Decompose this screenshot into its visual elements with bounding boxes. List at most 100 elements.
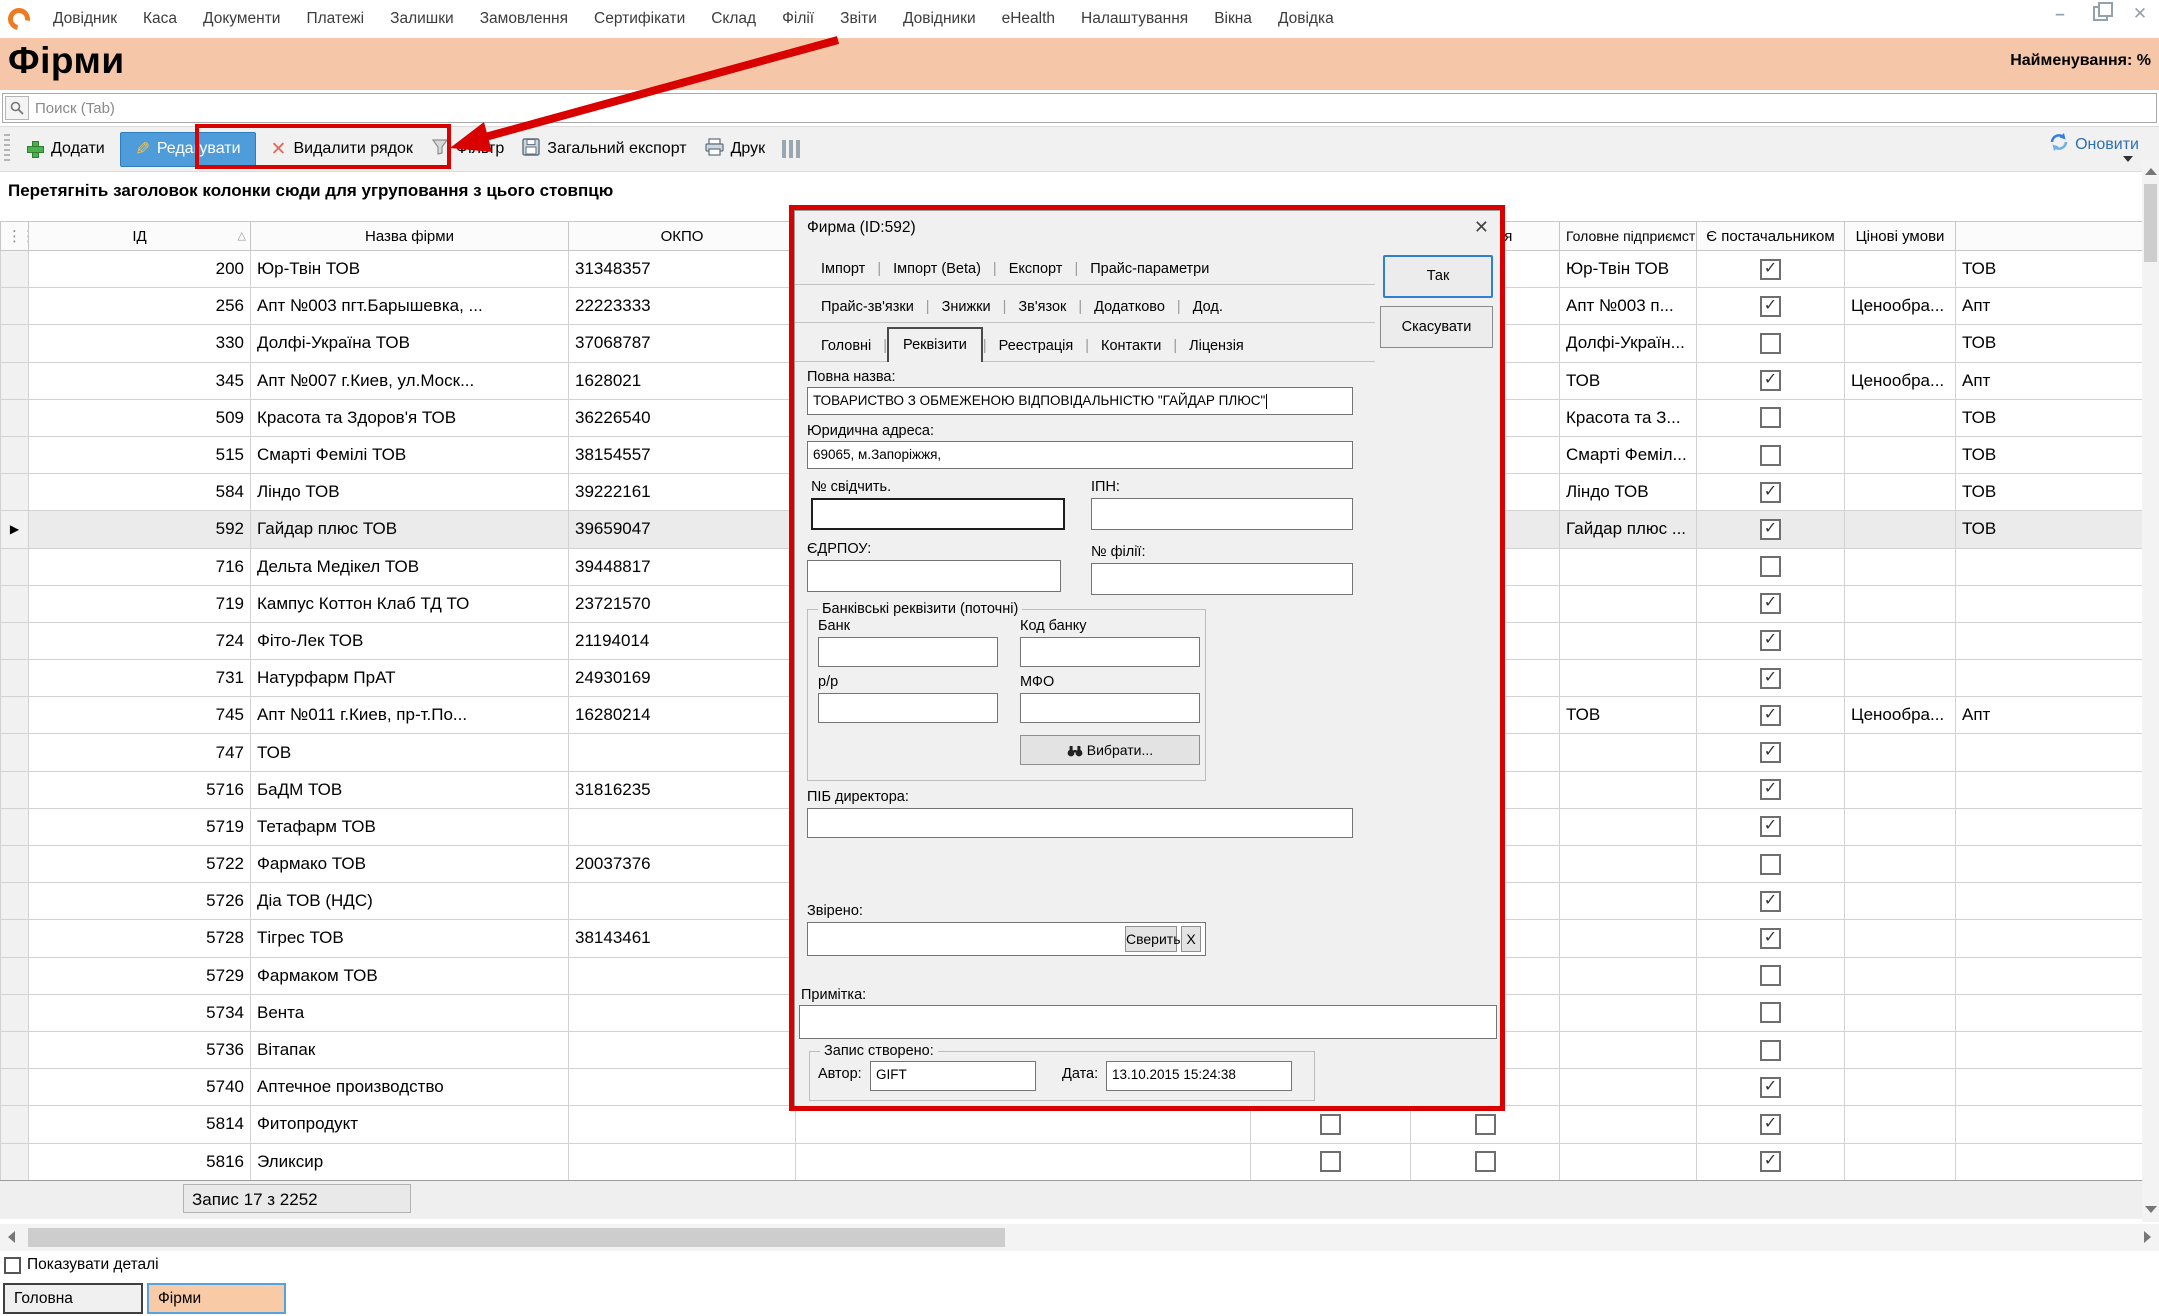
checkbox-checked[interactable]: ✓ bbox=[1760, 259, 1781, 280]
menu-item-4[interactable]: Платежі bbox=[293, 2, 377, 36]
checkbox-checked[interactable]: ✓ bbox=[1760, 891, 1781, 912]
checkbox-checked[interactable]: ✓ bbox=[1760, 630, 1781, 651]
verify-button[interactable]: Сверить bbox=[1125, 926, 1177, 952]
checkbox-checked[interactable]: ✓ bbox=[1760, 928, 1781, 949]
checkbox-checked[interactable]: ✓ bbox=[1760, 742, 1781, 763]
checkbox-checked[interactable]: ✓ bbox=[1760, 1077, 1781, 1098]
dialog-tab-дод-[interactable]: Дод. bbox=[1181, 292, 1235, 322]
menu-item-10[interactable]: Звіти bbox=[827, 2, 890, 36]
dialog-tab-головні[interactable]: Головні bbox=[809, 331, 883, 361]
checkbox-unchecked[interactable] bbox=[1760, 445, 1781, 466]
checkbox-unchecked[interactable] bbox=[1760, 965, 1781, 986]
show-details-checkbox[interactable] bbox=[4, 1257, 21, 1274]
add-button[interactable]: Додати bbox=[18, 135, 114, 163]
checkbox-checked[interactable]: ✓ bbox=[1760, 1114, 1781, 1135]
header-id[interactable]: ІД△ bbox=[29, 222, 251, 251]
header-okpo[interactable]: ОКПО bbox=[569, 222, 796, 251]
restore-button[interactable] bbox=[2087, 4, 2113, 24]
verify-clear-button[interactable]: X bbox=[1181, 926, 1201, 952]
bottom-tab-home[interactable]: Головна bbox=[3, 1283, 143, 1314]
header-supplier[interactable]: Є постачальником bbox=[1697, 222, 1845, 251]
menu-item-6[interactable]: Замовлення bbox=[467, 2, 581, 36]
dialog-tab-додатково[interactable]: Додатково bbox=[1082, 292, 1177, 322]
menu-item-5[interactable]: Залишки bbox=[377, 2, 467, 36]
menu-item-11[interactable]: Довідники bbox=[890, 2, 989, 36]
choose-bank-button[interactable]: Вибрати... bbox=[1020, 735, 1200, 765]
checkbox-unchecked[interactable] bbox=[1320, 1151, 1341, 1172]
dialog-tab-реквізити[interactable]: Реквізити bbox=[887, 327, 983, 362]
toolbar-grip[interactable] bbox=[4, 134, 10, 164]
dialog-tab-імпорт-beta-[interactable]: Імпорт (Beta) bbox=[881, 254, 993, 284]
horizontal-scrollbar[interactable] bbox=[0, 1224, 2159, 1251]
table-row[interactable]: 5816Эликсир✓ bbox=[1, 1143, 2143, 1180]
print-button[interactable]: Друк bbox=[696, 133, 775, 166]
checkbox-checked[interactable]: ✓ bbox=[1760, 779, 1781, 800]
refresh-button[interactable]: Оновити bbox=[2049, 132, 2139, 157]
checkbox-checked[interactable]: ✓ bbox=[1760, 593, 1781, 614]
search-input[interactable] bbox=[33, 99, 2156, 118]
scroll-left-icon[interactable] bbox=[8, 1231, 15, 1243]
scroll-up-icon[interactable] bbox=[2145, 168, 2157, 175]
cert-number-input[interactable] bbox=[811, 498, 1065, 530]
checkbox-unchecked[interactable] bbox=[1475, 1114, 1496, 1135]
menu-item-13[interactable]: Налаштування bbox=[1068, 2, 1201, 36]
checkbox-checked[interactable]: ✓ bbox=[1760, 370, 1781, 391]
dialog-tab-прайс-параметри[interactable]: Прайс-параметри bbox=[1078, 254, 1221, 284]
dialog-tab-експорт[interactable]: Експорт bbox=[997, 254, 1075, 284]
note-input[interactable] bbox=[799, 1005, 1497, 1039]
checkbox-unchecked[interactable] bbox=[1760, 1002, 1781, 1023]
checkbox-unchecked[interactable] bbox=[1760, 333, 1781, 354]
bank-code-input[interactable] bbox=[1020, 637, 1200, 667]
dialog-tab-зв-язок[interactable]: Зв'язок bbox=[1006, 292, 1078, 322]
header-parent[interactable]: Головне підприємство bbox=[1560, 222, 1697, 251]
ok-button[interactable]: Так bbox=[1383, 255, 1493, 298]
edrpou-input[interactable] bbox=[807, 560, 1061, 592]
dialog-tab-реестрація[interactable]: Реестрація bbox=[987, 331, 1086, 361]
full-name-input[interactable]: ТОВАРИСТВО З ОБМЕЖЕНОЮ ВІДПОВІДАЛЬНІСТЮ … bbox=[807, 387, 1353, 415]
checkbox-unchecked[interactable] bbox=[1760, 556, 1781, 577]
menu-item-9[interactable]: Філії bbox=[769, 2, 827, 36]
mfo-input[interactable] bbox=[1020, 693, 1200, 723]
show-details-toggle[interactable]: Показувати деталі bbox=[4, 1256, 159, 1274]
menu-item-3[interactable]: Документи bbox=[190, 2, 293, 36]
dialog-tab-контакти[interactable]: Контакти bbox=[1089, 331, 1173, 361]
dialog-tab-знижки[interactable]: Знижки bbox=[930, 292, 1003, 322]
bottom-tab-firms[interactable]: Фірми bbox=[147, 1283, 286, 1314]
checkbox-checked[interactable]: ✓ bbox=[1760, 816, 1781, 837]
account-input[interactable] bbox=[818, 693, 998, 723]
table-row[interactable]: 5814Фитопродукт✓ bbox=[1, 1106, 2143, 1143]
checkbox-checked[interactable]: ✓ bbox=[1760, 705, 1781, 726]
menu-item-1[interactable]: Довідник bbox=[40, 2, 130, 36]
menu-item-8[interactable]: Склад bbox=[698, 2, 769, 36]
filter-button[interactable]: Фільтр bbox=[422, 133, 513, 166]
checkbox-unchecked[interactable] bbox=[1760, 1040, 1781, 1061]
close-button[interactable]: ✕ bbox=[2127, 4, 2153, 24]
export-button[interactable]: Загальний експорт bbox=[513, 133, 695, 166]
dialog-tab-ліцензія[interactable]: Ліцензія bbox=[1177, 331, 1256, 361]
columns-icon[interactable] bbox=[782, 140, 802, 158]
delete-row-button[interactable]: ✕ Видалити рядок bbox=[262, 133, 422, 166]
dialog-tab-імпорт[interactable]: Імпорт bbox=[809, 254, 877, 284]
menu-item-7[interactable]: Сертифікати bbox=[581, 2, 698, 36]
dialog-tab-прайс-зв-язки[interactable]: Прайс-зв'язки bbox=[809, 292, 926, 322]
branch-number-input[interactable] bbox=[1091, 563, 1353, 595]
hscroll-thumb[interactable] bbox=[28, 1228, 1005, 1247]
menu-item-14[interactable]: Вікна bbox=[1201, 2, 1265, 36]
menu-item-15[interactable]: Довідка bbox=[1265, 2, 1347, 36]
checkbox-checked[interactable]: ✓ bbox=[1760, 482, 1781, 503]
minimize-button[interactable]: – bbox=[2047, 4, 2073, 24]
author-input[interactable]: GIFT bbox=[870, 1061, 1036, 1091]
date-input[interactable]: 13.10.2015 15:24:38 bbox=[1106, 1061, 1292, 1091]
checkbox-checked[interactable]: ✓ bbox=[1760, 296, 1781, 317]
cancel-button[interactable]: Скасувати bbox=[1380, 306, 1493, 348]
refresh-dropdown-caret[interactable] bbox=[2123, 156, 2133, 162]
menu-item-12[interactable]: eHealth bbox=[989, 2, 1068, 36]
scroll-down-icon[interactable] bbox=[2145, 1206, 2157, 1213]
vscroll-thumb[interactable] bbox=[2144, 184, 2157, 262]
checkbox-unchecked[interactable] bbox=[1320, 1114, 1341, 1135]
header-name[interactable]: Назва фірми bbox=[251, 222, 569, 251]
checkbox-checked[interactable]: ✓ bbox=[1760, 668, 1781, 689]
menu-item-2[interactable]: Каса bbox=[130, 2, 190, 36]
checkbox-unchecked[interactable] bbox=[1760, 407, 1781, 428]
bank-input[interactable] bbox=[818, 637, 998, 667]
